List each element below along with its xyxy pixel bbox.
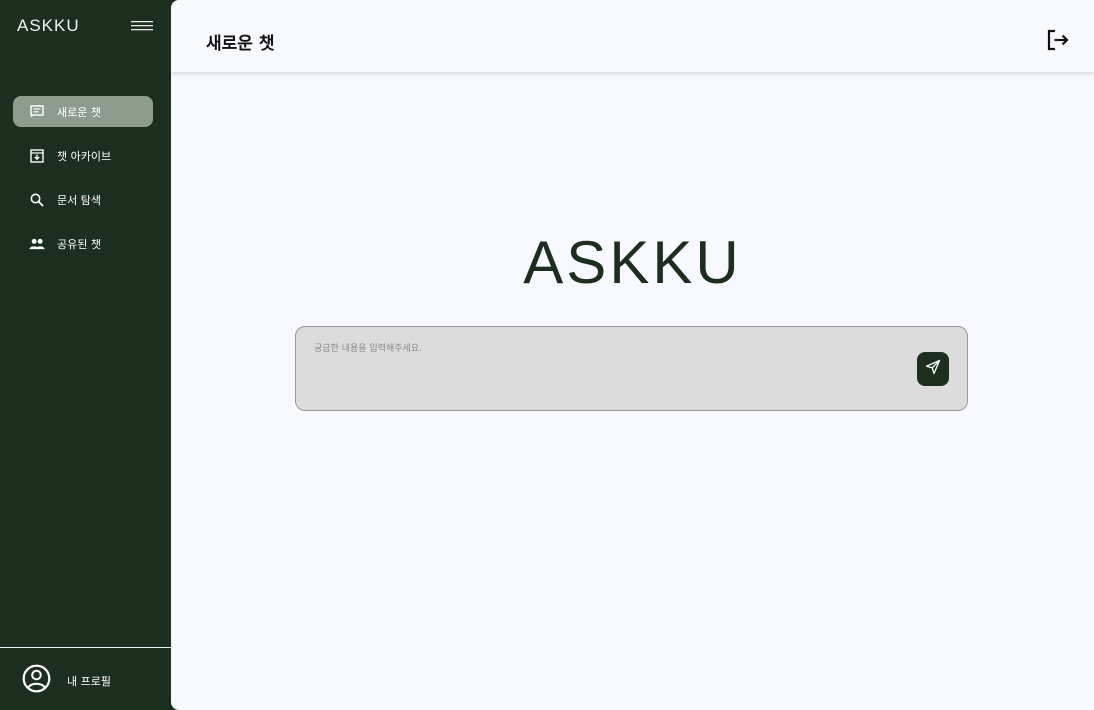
chat-composer (295, 326, 968, 411)
chat-input[interactable] (314, 341, 894, 401)
send-button[interactable] (917, 352, 949, 386)
profile-link[interactable]: 내 프로필 (22, 664, 111, 697)
people-icon (29, 236, 45, 252)
brand-logo: ASKKU (17, 16, 80, 35)
user-circle-icon (22, 664, 51, 697)
sidebar-nav: 새로운 챗 챗 아카이브 문서 탐색 공유된 챗 (13, 96, 153, 272)
top-bar: 새로운 챗 (171, 0, 1094, 72)
sidebar: ASKKU 새로운 챗 챗 아카이브 문서 탐색 공유된 챗 내 프로필 (0, 0, 216, 710)
profile-label: 내 프로필 (67, 674, 111, 688)
main-panel: 새로운 챗 ASKKU (171, 0, 1094, 710)
sidebar-item-document-search[interactable]: 문서 탐색 (13, 184, 153, 215)
sidebar-item-label: 문서 탐색 (57, 193, 101, 207)
sidebar-item-chat-archive[interactable]: 챗 아카이브 (13, 140, 153, 171)
chat-icon (29, 104, 45, 120)
page-title: 새로운 챗 (206, 34, 275, 54)
hamburger-icon[interactable] (131, 19, 153, 33)
search-icon (29, 192, 45, 208)
sidebar-item-label: 공유된 챗 (57, 237, 101, 251)
sidebar-item-shared-chat[interactable]: 공유된 챗 (13, 228, 153, 259)
archive-icon (29, 148, 45, 164)
logout-icon[interactable] (1046, 28, 1070, 52)
hero-logo: ASKKU (523, 229, 742, 296)
sidebar-item-label: 새로운 챗 (57, 105, 101, 119)
send-icon (925, 359, 941, 379)
sidebar-item-label: 챗 아카이브 (57, 149, 112, 163)
sidebar-item-new-chat[interactable]: 새로운 챗 (13, 96, 153, 127)
